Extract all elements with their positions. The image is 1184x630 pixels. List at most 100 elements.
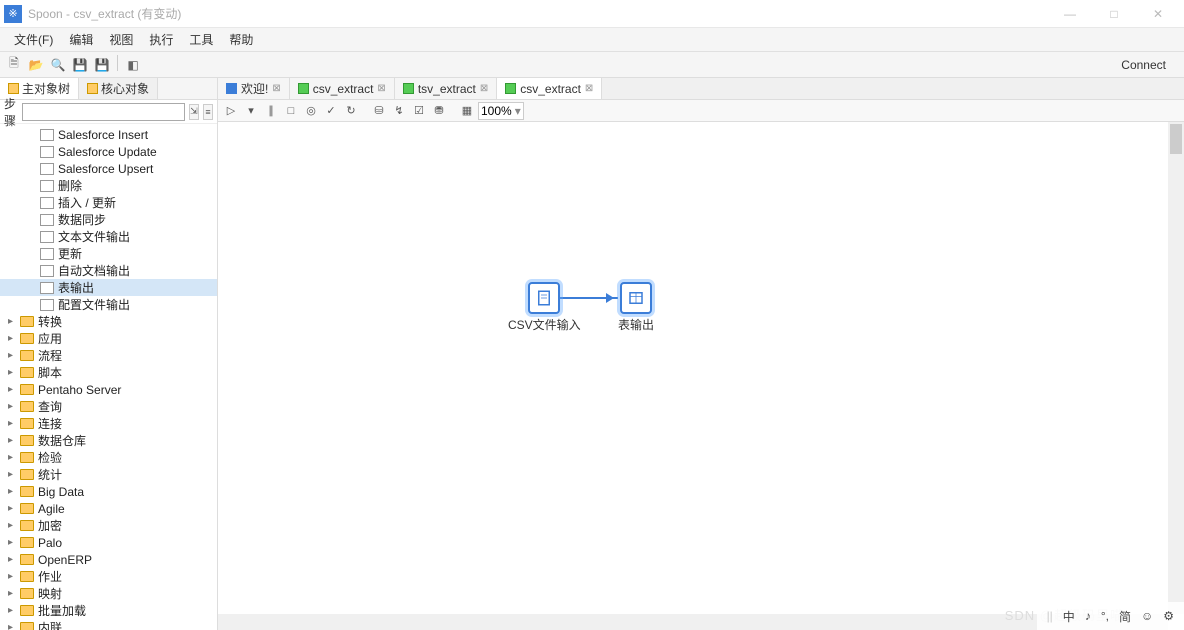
tab-close-icon[interactable]: ⊠ — [585, 83, 593, 94]
menu-edit[interactable]: 编辑 — [61, 28, 101, 51]
db-icon[interactable]: ⛃ — [430, 102, 448, 120]
tree-folder[interactable]: ▸加密 — [0, 517, 217, 534]
tree-leaf-item[interactable]: 更新 — [0, 245, 217, 262]
save-as-icon[interactable]: 💾 — [92, 55, 112, 75]
open-icon[interactable]: 📂 — [26, 55, 46, 75]
step-icon — [40, 197, 54, 209]
save-icon[interactable]: 💾 — [70, 55, 90, 75]
tree-folder[interactable]: ▸查询 — [0, 398, 217, 415]
folder-label: 数据仓库 — [38, 432, 86, 449]
tree-leaf-item[interactable]: 自动文档输出 — [0, 262, 217, 279]
sidebar-tab-core-objects[interactable]: 核心对象 — [79, 78, 158, 99]
pause-icon[interactable]: ∥ — [262, 102, 280, 120]
folder-label: 检验 — [38, 449, 62, 466]
folder-label: OpenERP — [38, 553, 92, 567]
sql-icon[interactable]: ⛁ — [370, 102, 388, 120]
tree-leaf-item[interactable]: Salesforce Upsert — [0, 160, 217, 177]
tree-leaf-item[interactable]: 插入 / 更新 — [0, 194, 217, 211]
folder-icon — [20, 316, 34, 327]
tree-leaf-item[interactable]: 表输出 — [0, 279, 217, 296]
tab-close-icon[interactable]: ⊠ — [480, 83, 488, 94]
menu-help[interactable]: 帮助 — [221, 28, 261, 51]
tree-leaf-item[interactable]: Salesforce Insert — [0, 126, 217, 143]
tree-folder[interactable]: ▸Agile — [0, 500, 217, 517]
tree-icon — [8, 83, 19, 94]
vertical-scrollbar[interactable] — [1168, 122, 1184, 614]
ime-emoji-icon[interactable]: ☺ — [1141, 609, 1153, 623]
perspective-icon[interactable]: ◧ — [123, 55, 143, 75]
grid-icon[interactable]: ▦ — [458, 102, 476, 120]
tree-folder[interactable]: ▸数据仓库 — [0, 432, 217, 449]
tree-leaf-item[interactable]: 删除 — [0, 177, 217, 194]
tree-folder[interactable]: ▸连接 — [0, 415, 217, 432]
tree-folder[interactable]: ▸批量加载 — [0, 602, 217, 619]
tree-folder[interactable]: ▸转换 — [0, 313, 217, 330]
close-button[interactable]: ✕ — [1136, 0, 1180, 28]
zoom-select[interactable]: 100% ▾ — [478, 102, 524, 120]
impact-icon[interactable]: ↯ — [390, 102, 408, 120]
ime-punct[interactable]: °, — [1101, 609, 1109, 623]
folder-icon — [20, 486, 34, 497]
ime-lang[interactable]: 中 — [1063, 608, 1075, 625]
tab-close-icon[interactable]: ⊠ — [377, 83, 385, 94]
menu-tools[interactable]: 工具 — [181, 28, 221, 51]
tree-folder[interactable]: ▸作业 — [0, 568, 217, 585]
canvas-tab[interactable]: 欢迎!⊠ — [218, 78, 290, 99]
tree-item-label: 表输出 — [58, 279, 94, 296]
tree-leaf-item[interactable]: 配置文件输出 — [0, 296, 217, 313]
stop-icon[interactable]: □ — [282, 102, 300, 120]
tree-folder[interactable]: ▸Palo — [0, 534, 217, 551]
ime-settings-icon[interactable]: ⚙ — [1163, 609, 1174, 623]
tree-leaf-item[interactable]: 数据同步 — [0, 211, 217, 228]
chevron-right-icon: ▸ — [8, 350, 20, 361]
step-icon — [40, 231, 54, 243]
explore-icon[interactable]: 🔍 — [48, 55, 68, 75]
tree-folder[interactable]: ▸ 映射 — [0, 585, 217, 602]
connect-button[interactable]: Connect — [1107, 58, 1180, 72]
expand-all-icon[interactable]: ⇲ — [189, 104, 199, 120]
ime-mode-icon[interactable]: ♪ — [1085, 609, 1091, 623]
step-table-output[interactable]: 表输出 — [618, 282, 654, 333]
step-csv-input[interactable]: CSV文件输入 — [508, 282, 581, 333]
tree-folder[interactable]: ▸流程 — [0, 347, 217, 364]
tree-folder[interactable]: ▸检验 — [0, 449, 217, 466]
preview-icon[interactable]: ◎ — [302, 102, 320, 120]
step-icon — [40, 163, 54, 175]
replay-icon[interactable]: ↻ — [342, 102, 360, 120]
canvas-tab[interactable]: tsv_extract⊠ — [395, 78, 497, 99]
folder-label: 映射 — [38, 585, 62, 602]
debug-icon[interactable]: ✓ — [322, 102, 340, 120]
search-input[interactable] — [22, 103, 185, 121]
menu-run[interactable]: 执行 — [141, 28, 181, 51]
canvas-tab[interactable]: csv_extract⊠ — [290, 78, 395, 99]
menu-file[interactable]: 文件(F) — [6, 28, 61, 51]
collapse-all-icon[interactable]: ≡ — [203, 104, 213, 120]
tree-folder[interactable]: ▸Pentaho Server — [0, 381, 217, 398]
chevron-right-icon: ▸ — [8, 418, 20, 429]
check-icon[interactable]: ☑ — [410, 102, 428, 120]
chevron-right-icon: ▸ — [8, 333, 20, 344]
tree-folder[interactable]: ▸应用 — [0, 330, 217, 347]
tree-folder[interactable]: ▸OpenERP — [0, 551, 217, 568]
step-icon — [40, 146, 54, 158]
tab-close-icon[interactable]: ⊠ — [272, 83, 280, 94]
chevron-right-icon: ▸ — [8, 520, 20, 531]
ime-charset[interactable]: 简 — [1119, 608, 1131, 625]
tree-folder[interactable]: ▸Big Data — [0, 483, 217, 500]
tree-folder[interactable]: ▸内联 — [0, 619, 217, 630]
tree-folder[interactable]: ▸脚本 — [0, 364, 217, 381]
title-bar: ※ Spoon - csv_extract (有变动) — □ ✕ — [0, 0, 1184, 28]
menu-view[interactable]: 视图 — [101, 28, 141, 51]
tree-leaf-item[interactable]: 文本文件输出 — [0, 228, 217, 245]
minimize-button[interactable]: — — [1048, 0, 1092, 28]
maximize-button[interactable]: □ — [1092, 0, 1136, 28]
chevron-right-icon: ▸ — [8, 588, 20, 599]
transformation-canvas[interactable]: CSV文件输入 表输出 — [218, 122, 1184, 630]
tree-folder[interactable]: ▸统计 — [0, 466, 217, 483]
dropdown-icon[interactable]: ▾ — [242, 102, 260, 120]
tree-view[interactable]: Salesforce InsertSalesforce UpdateSalesf… — [0, 124, 217, 630]
new-file-icon[interactable]: 🗎 — [4, 55, 24, 75]
canvas-tab[interactable]: csv_extract⊠ — [497, 78, 602, 99]
tree-leaf-item[interactable]: Salesforce Update — [0, 143, 217, 160]
run-icon[interactable]: ▷ — [222, 102, 240, 120]
